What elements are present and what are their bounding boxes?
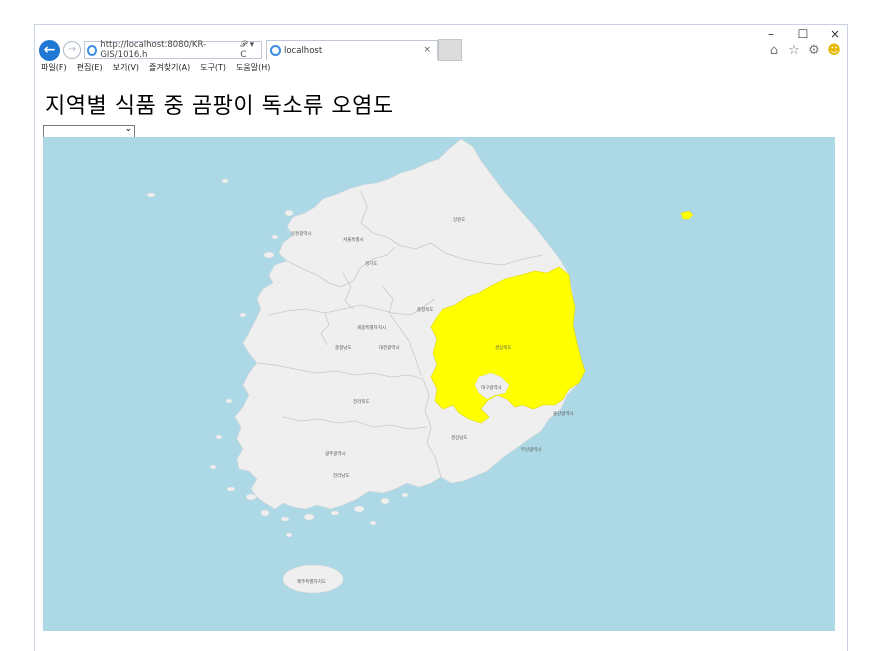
menu-bar: 파일(F) 편집(E) 보기(V) 즐겨찾기(A) 도구(T) 도움말(H): [41, 62, 270, 73]
menu-edit[interactable]: 편집(E): [77, 62, 103, 73]
label-incheon: 인천광역시: [291, 230, 312, 237]
browser-toolbar-right: ⌂ ☆ ⚙ ☻: [767, 43, 841, 58]
new-tab-button[interactable]: [438, 39, 462, 61]
label-chungnam: 충청남도: [335, 344, 352, 351]
address-bar[interactable]: http://localhost:8080/KR-GIS/1016.h 𝒫 ▾ …: [84, 40, 262, 60]
label-gwangju: 광주광역시: [325, 450, 346, 457]
address-url: http://localhost:8080/KR-GIS/1016.h: [100, 40, 207, 60]
back-button[interactable]: ←: [39, 39, 60, 61]
label-sejong: 세종특별자치시: [357, 324, 386, 331]
label-seoul: 서울특별시: [343, 236, 364, 243]
menu-help[interactable]: 도움말(H): [236, 62, 270, 73]
menu-file[interactable]: 파일(F): [41, 62, 67, 73]
address-tools[interactable]: 𝒫 ▾ C: [240, 40, 261, 60]
minimize-button[interactable]: –: [765, 27, 777, 41]
label-daejeon: 대전광역시: [379, 344, 400, 351]
label-jeonbuk: 전라북도: [353, 398, 370, 405]
chevron-down-icon: ⌄: [124, 124, 132, 134]
label-gangwon: 강원도: [453, 216, 465, 223]
page-title: 지역별 식품 중 곰팡이 독소류 오염도: [45, 94, 394, 119]
home-icon[interactable]: ⌂: [767, 43, 781, 58]
ie-tab-icon: [270, 45, 281, 56]
tab-title: localhost: [284, 45, 323, 56]
label-gyeonggi: 경기도: [365, 260, 377, 267]
tab-localhost[interactable]: localhost ×: [266, 40, 438, 60]
label-chungbuk: 충청북도: [417, 306, 434, 313]
ie-page-icon: [87, 44, 98, 56]
menu-favorites[interactable]: 즐겨찾기(A): [149, 62, 190, 73]
ulleungdo-island[interactable]: [680, 210, 694, 220]
settings-gear-icon[interactable]: ⚙: [807, 43, 821, 58]
map-area: 강원도 서울특별시 인천광역시 경기도 충청북도 세종특별자치시 충청남도 대전…: [43, 137, 835, 631]
label-gyeongbuk: 경상북도: [495, 344, 512, 351]
navigation-bar: ← → http://localhost:8080/KR-GIS/1016.h …: [39, 39, 462, 61]
label-gyeongnam: 경상남도: [451, 434, 468, 441]
window-controls: – ☐ ×: [765, 27, 841, 41]
forward-button[interactable]: →: [63, 41, 81, 59]
favorites-star-icon[interactable]: ☆: [787, 43, 801, 58]
smiley-feedback-icon[interactable]: ☻: [827, 43, 841, 58]
jeju-island[interactable]: [282, 564, 344, 594]
label-jeonnam: 전라남도: [333, 472, 350, 479]
close-button[interactable]: ×: [829, 27, 841, 41]
korea-map: 강원도 서울특별시 인천광역시 경기도 충청북도 세종특별자치시 충청남도 대전…: [146, 138, 694, 594]
menu-tools[interactable]: 도구(T): [200, 62, 226, 73]
menu-view[interactable]: 보기(V): [113, 62, 139, 73]
label-jeju: 제주특별자치도: [297, 578, 326, 585]
tab-close-icon[interactable]: ×: [423, 45, 431, 55]
label-ulsan: 울산광역시: [553, 410, 574, 417]
maximize-button[interactable]: ☐: [797, 27, 809, 41]
browser-window: – ☐ × ⌂ ☆ ⚙ ☻ ← → http://localhost:8080/…: [34, 24, 848, 651]
label-busan: 부산광역시: [521, 446, 542, 453]
label-daegu: 대구광역시: [481, 384, 502, 391]
